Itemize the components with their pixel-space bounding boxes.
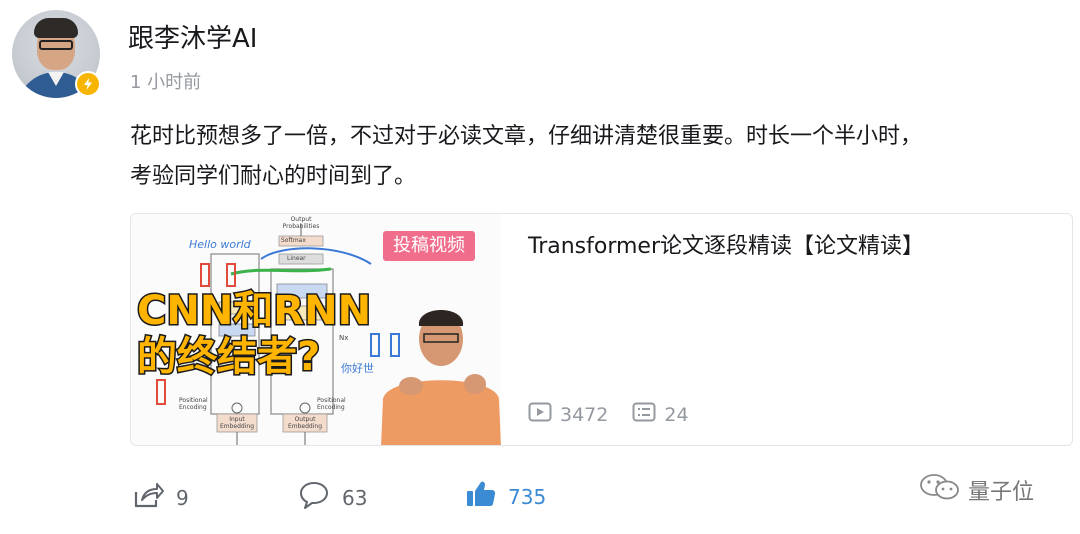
post-card: 跟李沐学AI 1 小时前 花时比预想多了一倍，不过对于必读文章，仔细讲清楚很重要… <box>0 0 1080 534</box>
thumbnail-diagram-label: Input Embedding <box>219 416 255 430</box>
comments-stat: 24 <box>632 402 689 427</box>
thumbnail-diagram-label: Output Embedding <box>287 416 323 430</box>
author-name[interactable]: 跟李沐学AI <box>128 18 257 55</box>
share-button[interactable]: 9 <box>132 480 189 515</box>
thumbnail-diagram-label: Positional Encoding <box>179 397 208 411</box>
thumbnail-caption-line: CNN和RNN <box>135 287 372 336</box>
like-count: 735 <box>508 484 547 509</box>
thumbnail-diagram-label: Softmax <box>281 237 306 244</box>
thumbnail-diagram-label: Linear <box>287 255 306 262</box>
thumbnail-scribble: Hello world <box>189 238 251 251</box>
thumbnail-caption: CNN和RNN 的终结者? <box>135 287 372 382</box>
post-time[interactable]: 1 小时前 <box>130 68 201 94</box>
comments-count: 24 <box>664 403 689 426</box>
views-stat: 3472 <box>528 402 608 427</box>
comment-count: 63 <box>342 485 368 510</box>
watermark-text: 量子位 <box>968 480 1035 505</box>
post-text-line: 花时比预想多了一倍，不过对于必读文章，仔细讲清楚很重要。时长一个半小时， <box>130 124 923 149</box>
thumbnail-diagram-label: Output Probabilities <box>282 216 320 230</box>
video-stats: 3472 24 <box>528 402 689 427</box>
danmaku-icon <box>632 402 656 427</box>
video-tag: 投稿视频 <box>383 231 475 261</box>
post-text-line: 考验同学们耐心的时间到了。 <box>130 164 417 189</box>
views-count: 3472 <box>560 403 609 426</box>
thumbnail-caption-line: 的终结者? <box>135 333 321 382</box>
comment-icon <box>298 480 330 515</box>
lightning-badge-icon <box>75 71 101 97</box>
thumbnail-diagram-label: Positional Encoding <box>317 397 346 411</box>
share-icon <box>132 480 164 515</box>
play-icon <box>528 402 552 427</box>
watermark: 量子位 <box>918 472 1034 508</box>
video-card[interactable]: Output Probabilities Softmax Linear Inpu… <box>130 213 1073 446</box>
like-button[interactable]: 735 <box>466 480 546 513</box>
video-title[interactable]: Transformer论文逐段精读【论文精读】 <box>528 232 924 262</box>
thumbs-up-icon <box>466 480 496 513</box>
comment-button[interactable]: 63 <box>298 480 367 515</box>
post-text: 花时比预想多了一倍，不过对于必读文章，仔细讲清楚很重要。时长一个半小时， 考验同… <box>130 117 1070 197</box>
wechat-icon <box>918 472 962 508</box>
share-count: 9 <box>176 485 189 510</box>
